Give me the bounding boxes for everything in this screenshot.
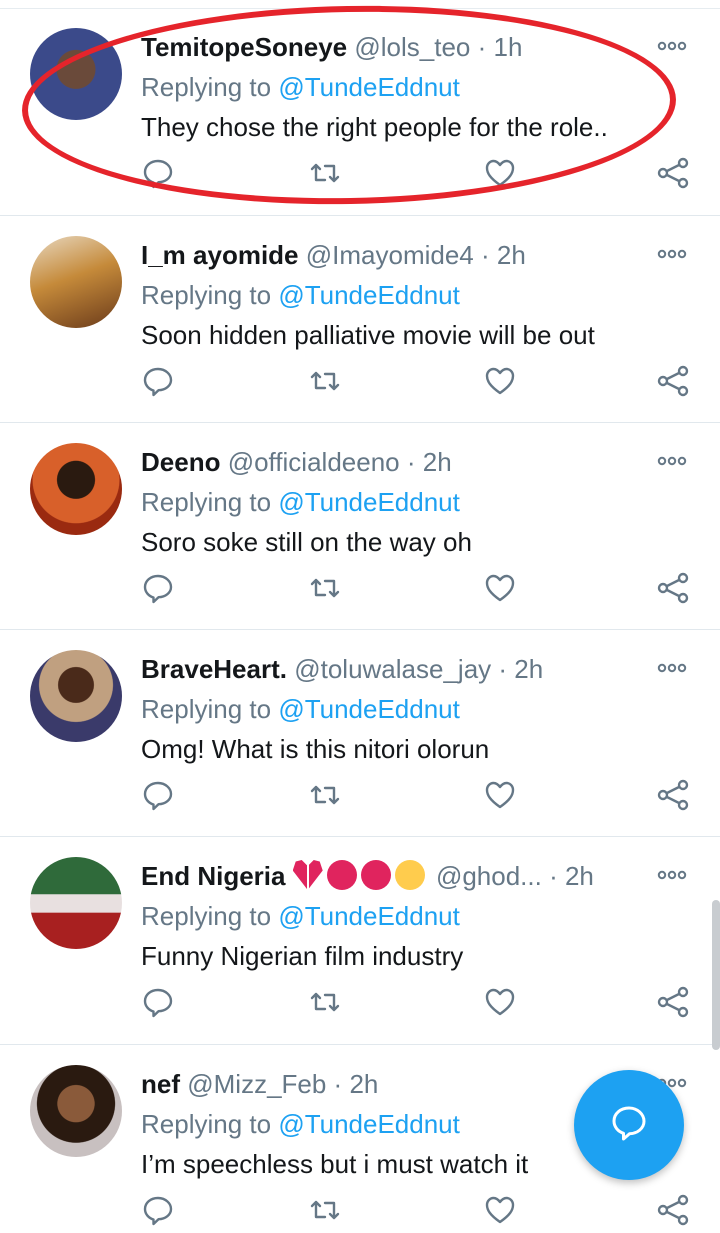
- like-icon[interactable]: [483, 985, 517, 1019]
- reply-icon[interactable]: [141, 571, 175, 605]
- separator-dot: ·: [491, 654, 515, 684]
- separator-dot: ·: [399, 447, 423, 477]
- emoji-group: [292, 860, 436, 891]
- user-handle[interactable]: @Mizz_Feb: [187, 1069, 326, 1099]
- avatar[interactable]: [30, 1065, 122, 1157]
- tweet[interactable]: End Nigeria @ghod... · 2h Replying to @T…: [0, 837, 720, 1045]
- compose-button[interactable]: [574, 1070, 684, 1180]
- tweet-actions: [0, 571, 720, 611]
- separator-dot: ·: [473, 240, 497, 270]
- mention-link[interactable]: @TundeEddnut: [278, 1109, 460, 1139]
- user-handle[interactable]: @Imayomide4: [306, 240, 474, 270]
- retweet-icon[interactable]: [308, 985, 342, 1019]
- replying-label: Replying to: [141, 901, 279, 931]
- tweet[interactable]: I_m ayomide @Imayomide4 · 2h Replying to…: [0, 216, 720, 423]
- avatar[interactable]: [30, 236, 122, 328]
- tweet-text: Funny Nigerian film industry: [141, 941, 464, 971]
- more-icon[interactable]: [656, 36, 688, 56]
- replying-label: Replying to: [141, 694, 279, 724]
- avatar[interactable]: [30, 650, 122, 742]
- retweet-icon[interactable]: [308, 778, 342, 812]
- share-icon[interactable]: [656, 1193, 690, 1227]
- replying-to: Replying to @TundeEddnut: [141, 485, 460, 519]
- user-name[interactable]: I_m ayomide: [141, 240, 299, 270]
- like-icon[interactable]: [483, 778, 517, 812]
- mention-link[interactable]: @TundeEddnut: [278, 694, 460, 724]
- timestamp[interactable]: 2h: [565, 861, 594, 891]
- tweet[interactable]: BraveHeart. @toluwalase_jay · 2h Replyin…: [0, 630, 720, 837]
- user-handle[interactable]: @toluwalase_jay: [294, 654, 491, 684]
- tweet-header: nef @Mizz_Feb · 2h: [141, 1067, 630, 1101]
- user-name[interactable]: Deeno: [141, 447, 220, 477]
- tweet[interactable]: Deeno @officialdeeno · 2h Replying to @T…: [0, 423, 720, 630]
- share-icon[interactable]: [656, 156, 690, 190]
- replying-label: Replying to: [141, 1109, 279, 1139]
- tweet-header: End Nigeria @ghod... · 2h: [141, 859, 630, 893]
- tweet-header: I_m ayomide @Imayomide4 · 2h: [141, 238, 630, 272]
- share-icon[interactable]: [656, 571, 690, 605]
- tweet-text: Omg! What is this nitori olorun: [141, 734, 490, 764]
- more-icon[interactable]: [656, 244, 688, 264]
- scrollbar-thumb[interactable]: [712, 900, 720, 1050]
- separator-dot: ·: [326, 1069, 350, 1099]
- replying-to: Replying to @TundeEddnut: [141, 278, 460, 312]
- replying-to: Replying to @TundeEddnut: [141, 899, 460, 933]
- tweet-actions: [0, 778, 720, 818]
- reply-icon[interactable]: [141, 985, 175, 1019]
- more-icon[interactable]: [656, 451, 688, 471]
- timestamp[interactable]: 2h: [497, 240, 526, 270]
- replying-to: Replying to @TundeEddnut: [141, 1107, 460, 1141]
- angry-face-icon: [360, 860, 391, 890]
- mention-link[interactable]: @TundeEddnut: [278, 280, 460, 310]
- broken-heart-icon: [292, 860, 323, 890]
- retweet-icon[interactable]: [308, 1193, 342, 1227]
- avatar[interactable]: [30, 857, 122, 949]
- mention-link[interactable]: @TundeEddnut: [278, 487, 460, 517]
- user-name[interactable]: BraveHeart.: [141, 654, 287, 684]
- compose-icon: [607, 1101, 651, 1150]
- share-icon[interactable]: [656, 364, 690, 398]
- tweet-header: BraveHeart. @toluwalase_jay · 2h: [141, 652, 630, 686]
- timestamp[interactable]: 2h: [423, 447, 452, 477]
- share-icon[interactable]: [656, 778, 690, 812]
- replying-to: Replying to @TundeEddnut: [141, 692, 460, 726]
- retweet-icon[interactable]: [308, 364, 342, 398]
- tweet-actions: [0, 1193, 720, 1233]
- reply-icon[interactable]: [141, 778, 175, 812]
- tweet-text: Soro soke still on the way oh: [141, 527, 472, 557]
- reply-icon[interactable]: [141, 1193, 175, 1227]
- replying-label: Replying to: [141, 280, 279, 310]
- replying-label: Replying to: [141, 487, 279, 517]
- like-icon[interactable]: [483, 1193, 517, 1227]
- tweet-text: Soon hidden palliative movie will be out: [141, 320, 595, 350]
- more-icon[interactable]: [656, 658, 688, 678]
- user-name[interactable]: End Nigeria: [141, 861, 285, 891]
- cursing-face-icon: [326, 860, 357, 890]
- retweet-icon[interactable]: [308, 571, 342, 605]
- like-icon[interactable]: [483, 364, 517, 398]
- more-icon[interactable]: [656, 865, 688, 885]
- mention-link[interactable]: @TundeEddnut: [278, 901, 460, 931]
- user-handle[interactable]: @officialdeeno: [228, 447, 400, 477]
- reply-icon[interactable]: [141, 364, 175, 398]
- tweet-actions: [0, 985, 720, 1025]
- timestamp[interactable]: 2h: [514, 654, 543, 684]
- separator-dot: ·: [541, 861, 565, 891]
- user-name[interactable]: nef: [141, 1069, 180, 1099]
- share-icon[interactable]: [656, 985, 690, 1019]
- timestamp[interactable]: 2h: [349, 1069, 378, 1099]
- tweet-actions: [0, 364, 720, 404]
- tweet-header: Deeno @officialdeeno · 2h: [141, 445, 630, 479]
- like-icon[interactable]: [483, 571, 517, 605]
- avatar[interactable]: [30, 443, 122, 535]
- tweet-text: I’m speechless but i must watch it: [141, 1149, 529, 1179]
- user-handle[interactable]: @ghod...: [436, 861, 542, 891]
- steam-nose-face-icon: [394, 860, 425, 890]
